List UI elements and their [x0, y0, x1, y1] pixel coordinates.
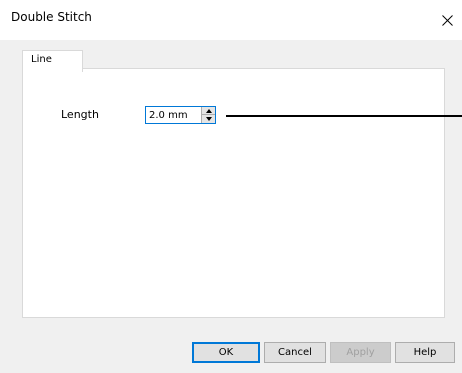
close-button[interactable] — [432, 0, 462, 40]
help-button[interactable]: Help — [395, 342, 455, 363]
dialog-title: Double Stitch — [11, 10, 92, 24]
arrow-up-icon — [205, 108, 212, 113]
tab-strip: Line — [17, 43, 445, 72]
close-icon — [441, 14, 453, 26]
spin-up-button[interactable] — [202, 107, 215, 115]
tab-line[interactable]: Line — [22, 50, 83, 72]
length-spinner — [201, 107, 215, 123]
dialog-window: Double Stitch Line Length OK Cancel A — [0, 0, 462, 373]
stitch-preview-line — [226, 115, 462, 117]
spin-down-button[interactable] — [202, 115, 215, 123]
length-label: Length — [61, 108, 99, 121]
apply-button[interactable]: Apply — [330, 342, 391, 363]
title-bar: Double Stitch — [0, 0, 462, 40]
ok-button[interactable]: OK — [192, 342, 260, 363]
line-tab-panel — [22, 68, 445, 318]
arrow-down-icon — [205, 117, 212, 121]
cancel-button[interactable]: Cancel — [264, 342, 326, 363]
tab-line-label: Line — [31, 54, 52, 65]
